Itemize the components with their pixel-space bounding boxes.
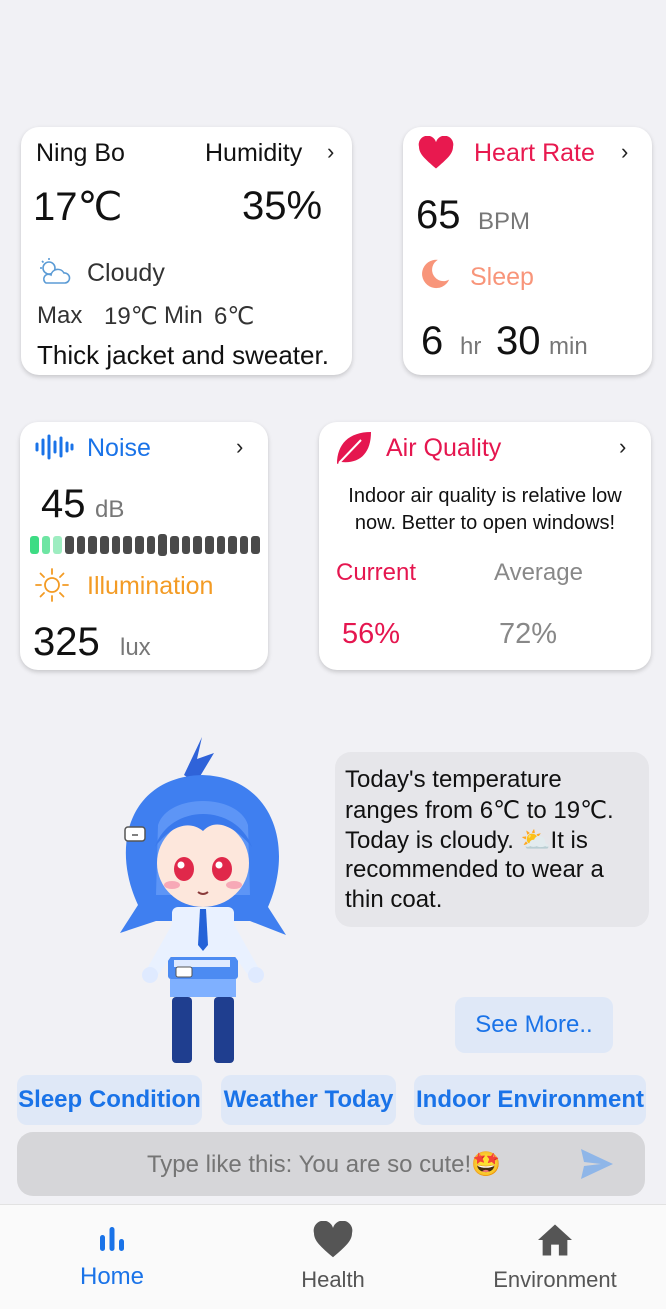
- sun-icon: [35, 568, 69, 602]
- noise-card[interactable]: Noise › 45 dB Illumination 325 lux: [20, 422, 268, 670]
- noise-level-segment: [193, 536, 202, 554]
- noise-title: Noise: [87, 434, 151, 462]
- nav-health[interactable]: Health: [263, 1221, 403, 1293]
- illumination-title: Illumination: [87, 572, 214, 600]
- humidity-label: Humidity: [205, 139, 303, 167]
- chevron-right-icon[interactable]: ›: [236, 434, 243, 460]
- noise-level-segment: [228, 536, 237, 554]
- noise-level-segment: [216, 536, 226, 554]
- noise-level-segment: [64, 536, 74, 554]
- nav-environment[interactable]: Environment: [475, 1223, 635, 1293]
- sleep-hours: 6: [421, 319, 444, 363]
- noise-level-segment: [146, 536, 156, 554]
- bar-chart-icon: [100, 1227, 124, 1251]
- bubble-line: Today's temperature: [345, 766, 562, 793]
- max-label: Max: [37, 302, 83, 329]
- chevron-right-icon[interactable]: ›: [327, 139, 334, 165]
- noise-value: 45: [41, 482, 86, 526]
- max-value: 19℃: [104, 303, 158, 330]
- heart-icon: [418, 136, 454, 169]
- chat-input-bar: [17, 1132, 645, 1196]
- chat-input[interactable]: [77, 1144, 571, 1186]
- humidity-value: 35%: [242, 184, 323, 228]
- noise-level-segment: [204, 536, 214, 554]
- heart-rate-value: 65: [416, 193, 461, 237]
- temperature-value: 17℃: [33, 185, 123, 229]
- sound-wave-icon: [35, 434, 74, 460]
- average-label: Average: [494, 559, 583, 586]
- sleep-minutes-unit: min: [549, 333, 588, 360]
- noise-level-segment: [41, 536, 51, 554]
- chevron-right-icon[interactable]: ›: [619, 434, 626, 460]
- noise-level-segment: [158, 534, 167, 556]
- air-quality-title: Air Quality: [386, 434, 502, 462]
- noise-level-segment: [53, 536, 62, 554]
- weather-today-button[interactable]: Weather Today: [221, 1075, 396, 1125]
- min-value: 6℃: [214, 303, 255, 330]
- heart-icon: [313, 1221, 353, 1258]
- home-icon: [538, 1224, 572, 1256]
- sleep-condition-button[interactable]: Sleep Condition: [17, 1075, 202, 1125]
- moon-icon: [422, 259, 450, 289]
- air-quality-card[interactable]: Air Quality › Indoor air quality is rela…: [319, 422, 651, 670]
- average-value: 72%: [499, 618, 558, 650]
- noise-level-segment: [239, 536, 249, 554]
- chevron-right-icon[interactable]: ›: [621, 139, 628, 165]
- noise-level-segment: [99, 536, 109, 554]
- noise-level-segment: [76, 536, 86, 554]
- cloud-sun-icon: [40, 258, 71, 284]
- noise-level-segment: [123, 536, 132, 554]
- illumination-unit: lux: [120, 634, 151, 661]
- nav-home-label: Home: [79, 1263, 145, 1290]
- city-label: Ning Bo: [36, 139, 125, 167]
- air-quality-description-line2: now. Better to open windows!: [354, 512, 616, 534]
- nav-home[interactable]: Home: [42, 1223, 182, 1291]
- bubble-line: ranges from 6℃ to 19℃.: [345, 797, 614, 824]
- nav-environment-label: Environment: [493, 1267, 617, 1292]
- noise-level-segment: [111, 536, 121, 554]
- noise-level-segment: [251, 536, 261, 554]
- nav-health-label: Health: [301, 1267, 365, 1292]
- see-more-button[interactable]: See More..: [455, 997, 613, 1053]
- noise-level-segment: [88, 536, 97, 554]
- noise-level-meter: [30, 534, 261, 556]
- bottom-nav: Home Health Environment: [0, 1204, 666, 1309]
- speech-bubble: Today's temperature ranges from 6℃ to 19…: [335, 752, 649, 927]
- air-quality-description-line1: Indoor air quality is relative low: [348, 485, 622, 507]
- heart-rate-unit: BPM: [478, 208, 531, 235]
- illumination-value: 325: [33, 620, 100, 664]
- noise-level-segment: [169, 536, 179, 554]
- noise-level-segment: [134, 536, 144, 554]
- noise-unit: dB: [95, 496, 125, 523]
- sleep-title: Sleep: [470, 263, 534, 291]
- weather-condition: Cloudy: [87, 259, 165, 287]
- sleep-hours-unit: hr: [460, 333, 482, 360]
- noise-level-segment: [181, 536, 191, 554]
- heart-rate-card[interactable]: Heart Rate › 65 BPM Sleep 6 hr 30 min: [403, 127, 652, 375]
- heart-rate-title: Heart Rate: [474, 139, 595, 167]
- bubble-line: recommended to wear a: [345, 856, 604, 883]
- noise-level-segment: [30, 536, 39, 554]
- current-label: Current: [336, 559, 417, 586]
- weather-card[interactable]: Ning Bo Humidity › 17℃ 35% Cloudy Max 19…: [21, 127, 352, 375]
- current-value: 56%: [342, 618, 401, 650]
- anime-avatar[interactable]: [100, 735, 305, 1070]
- send-icon[interactable]: [579, 1147, 615, 1181]
- sleep-minutes: 30: [496, 319, 541, 363]
- bubble-line: thin coat.: [345, 886, 443, 913]
- indoor-environment-button[interactable]: Indoor Environment: [414, 1075, 646, 1125]
- clothing-advice: Thick jacket and sweater.: [37, 340, 329, 370]
- min-label: Min: [164, 302, 203, 329]
- leaf-icon: [337, 432, 371, 464]
- bubble-line: Today is cloudy. ⛅It is: [345, 827, 588, 854]
